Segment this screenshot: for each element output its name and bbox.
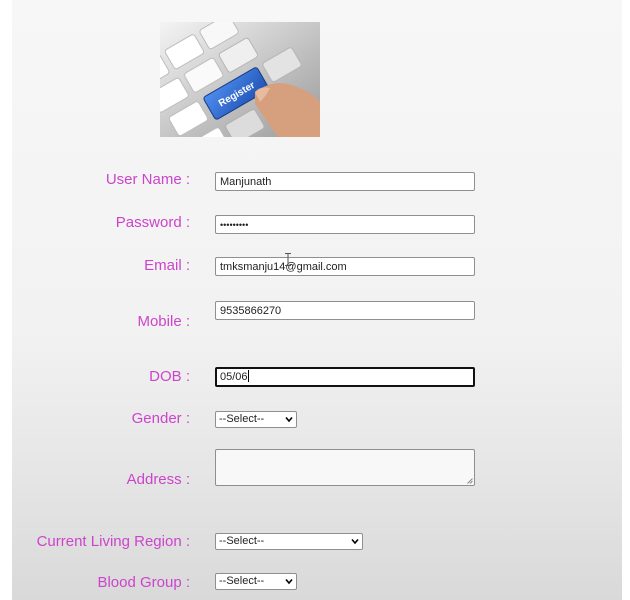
chevron-down-icon bbox=[285, 578, 293, 585]
user-name-input[interactable]: Manjunath bbox=[215, 172, 475, 191]
blood-group-label: Blood Group : bbox=[97, 574, 190, 591]
password-input[interactable]: ••••••••• bbox=[215, 215, 475, 234]
left-margin bbox=[0, 0, 12, 600]
region-selected-value: --Select-- bbox=[219, 535, 265, 547]
page-background: Register User Name : Manjunath Password … bbox=[0, 0, 630, 600]
right-margin bbox=[622, 0, 630, 600]
resize-grip-icon[interactable] bbox=[467, 478, 473, 484]
address-label: Address : bbox=[126, 471, 190, 488]
chevron-down-icon bbox=[285, 416, 293, 423]
gender-selected-value: --Select-- bbox=[219, 413, 265, 425]
address-textarea[interactable] bbox=[215, 449, 475, 486]
mobile-input[interactable]: 9535866270 bbox=[215, 301, 475, 320]
region-select[interactable]: --Select-- bbox=[215, 533, 363, 550]
dob-label: DOB : bbox=[149, 368, 190, 385]
mobile-label: Mobile : bbox=[137, 313, 190, 330]
text-caret bbox=[247, 370, 249, 382]
dob-input[interactable]: 05/06 bbox=[215, 367, 475, 387]
register-banner-image: Register bbox=[160, 22, 320, 137]
user-name-label: User Name : bbox=[105, 171, 190, 188]
email-input[interactable]: tmksmanju14@gmail.com bbox=[215, 257, 475, 276]
blood-group-selected-value: --Select-- bbox=[219, 575, 265, 587]
email-label: Email : bbox=[144, 257, 190, 274]
text-cursor-icon bbox=[285, 253, 291, 266]
dob-value: 05/06 bbox=[220, 371, 248, 383]
chevron-down-icon bbox=[351, 538, 359, 545]
gender-label: Gender : bbox=[131, 410, 190, 427]
blood-group-select[interactable]: --Select-- bbox=[215, 573, 297, 590]
keyboard-register-illustration: Register bbox=[160, 22, 320, 137]
password-label: Password : bbox=[115, 214, 190, 231]
gender-select[interactable]: --Select-- bbox=[215, 411, 297, 428]
region-label: Current Living Region : bbox=[36, 533, 190, 550]
